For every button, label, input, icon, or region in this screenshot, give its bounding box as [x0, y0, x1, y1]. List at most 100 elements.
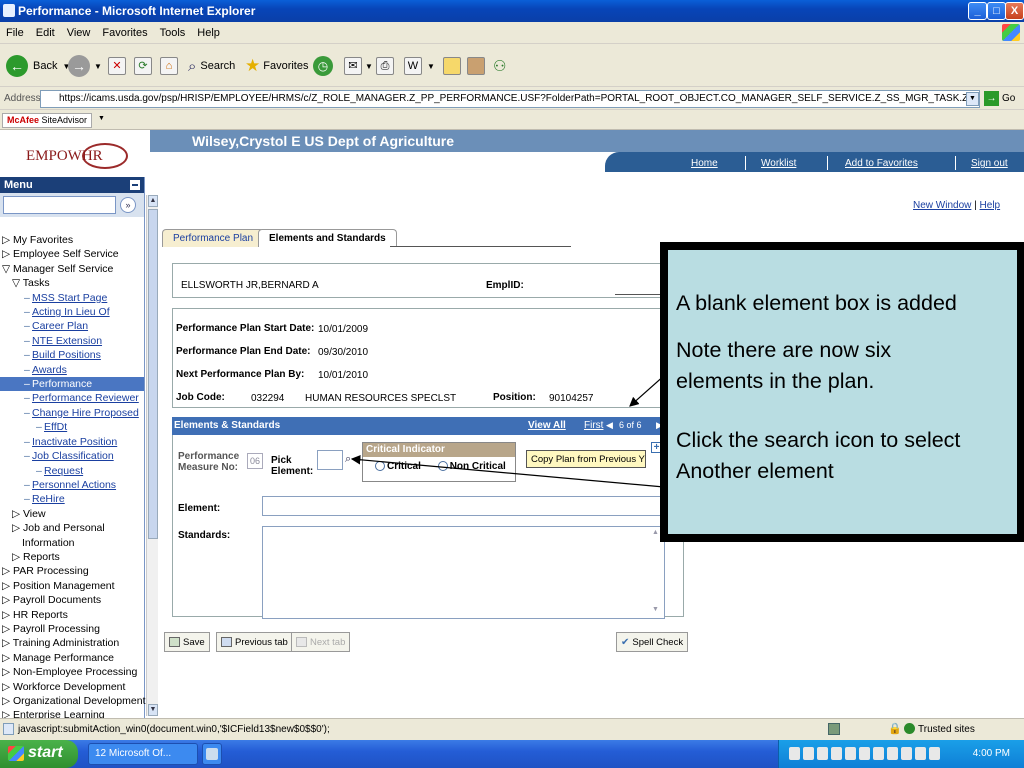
save-button[interactable]: Save [164, 632, 210, 652]
menu-link-item[interactable]: – Performance [0, 377, 144, 392]
menu-folder-item[interactable]: ▷ Training Administration [0, 636, 144, 650]
stop-button[interactable]: ✕ [108, 54, 126, 78]
menu-folder-item[interactable]: ▷ Payroll Documents [0, 593, 144, 607]
messenger-button[interactable]: ⚇ [493, 54, 506, 78]
tray-mcafee-icon[interactable] [887, 747, 898, 760]
menu-search-go-icon[interactable]: » [120, 197, 136, 213]
menu-view[interactable]: View [61, 22, 97, 39]
scroll-thumb[interactable] [148, 209, 158, 539]
standards-textarea[interactable] [262, 526, 665, 619]
dropdown-arrow-icon[interactable]: ▼ [94, 62, 102, 71]
menu-folder-item[interactable]: ▽ Tasks [0, 276, 144, 290]
previous-tab-button[interactable]: Previous tab [216, 632, 293, 652]
menu-folder-item[interactable]: ▷ Workforce Development [0, 680, 144, 694]
nav-sign-out[interactable]: Sign out [971, 158, 1008, 169]
tray-app-icon[interactable] [803, 747, 814, 760]
tray-update-icon[interactable] [901, 747, 912, 760]
menu-link-item[interactable]: – Build Positions [0, 348, 144, 362]
menu-link-item[interactable]: – MSS Start Page [0, 291, 144, 305]
prev-page-icon[interactable]: ◀ [606, 420, 613, 431]
menu-folder-item[interactable]: ▷ Job and Personal [0, 521, 144, 535]
menu-link-item[interactable]: – Inactivate Position [0, 435, 144, 449]
print-button[interactable]: ⎙ [376, 54, 394, 78]
collapse-icon[interactable] [130, 180, 140, 190]
tray-display-icon[interactable] [929, 747, 940, 760]
go-button[interactable]: → Go [984, 91, 1015, 106]
mail-button[interactable]: ✉ ▼ [344, 54, 373, 78]
pick-element-input[interactable] [317, 450, 343, 470]
search-button[interactable]: ⌕ Search [188, 54, 235, 78]
menu-link-item[interactable]: – Job Classification [0, 449, 144, 463]
menu-link-item[interactable]: – EffDt [0, 420, 144, 434]
window-title-bar[interactable]: Performance - Microsoft Internet Explore… [0, 0, 1024, 22]
new-window-link[interactable]: New Window [913, 200, 971, 211]
favorites-button[interactable]: ★ Favorites [245, 54, 309, 78]
menu-file[interactable]: File [0, 22, 30, 39]
home-button[interactable]: ⌂ [160, 54, 178, 78]
nav-home[interactable]: Home [691, 158, 718, 169]
menu-link-item[interactable]: – Change Hire Proposed [0, 406, 144, 420]
next-tab-button[interactable]: Next tab [291, 632, 351, 652]
forward-button[interactable]: → ▼ [68, 54, 102, 78]
tab-elements-and-standards[interactable]: Elements and Standards [258, 229, 397, 247]
close-button[interactable]: X [1005, 2, 1024, 20]
dropdown-arrow-icon[interactable]: ▼ [365, 62, 373, 71]
menu-folder-item[interactable]: ▷ Enterprise Learning [0, 708, 144, 718]
nav-worklist[interactable]: Worklist [761, 158, 796, 169]
scroll-up-icon[interactable]: ▲ [148, 195, 158, 207]
folder-button[interactable] [443, 54, 461, 78]
menu-folder-item[interactable]: ▷ PAR Processing [0, 564, 144, 578]
back-button[interactable]: ← Back ▼ [6, 54, 70, 78]
address-dropdown-icon[interactable]: ▼ [966, 92, 979, 106]
menu-link-item[interactable]: – NTE Extension [0, 334, 144, 348]
menu-search-input[interactable] [3, 196, 116, 214]
mcafee-siteadvisor-button[interactable]: McAfee SiteAdvisor [2, 113, 93, 128]
menu-link-item[interactable]: – Performance Reviewer [0, 391, 144, 405]
search-icon[interactable]: ⌕ [345, 453, 351, 466]
tray-security-icon[interactable] [817, 747, 828, 760]
menu-link-item[interactable]: – Awards [0, 363, 144, 377]
help-link[interactable]: Help [980, 200, 1001, 211]
textarea-scroll-down-icon[interactable]: ▼ [652, 606, 659, 613]
menu-link-item[interactable]: – Personnel Actions [0, 478, 144, 492]
menu-folder-item[interactable]: ▽ Manager Self Service [0, 262, 144, 276]
menu-folder-item[interactable]: Information [0, 536, 144, 550]
menu-link-item[interactable]: – Request [0, 464, 144, 478]
menu-folder-item[interactable]: ▷ Reports [0, 550, 144, 564]
address-input[interactable]: https://icams.usda.gov/psp/HRISP/EMPLOYE… [40, 90, 980, 108]
minimize-button[interactable]: _ [968, 2, 987, 20]
menu-folder-item[interactable]: ▷ Manage Performance [0, 651, 144, 665]
menu-folder-item[interactable]: ▷ Organizational Development [0, 694, 145, 708]
tray-network-icon[interactable] [831, 747, 842, 760]
element-input[interactable] [262, 496, 667, 516]
menu-favorites[interactable]: Favorites [96, 22, 153, 39]
taskbar-task-office[interactable]: 12 Microsoft Of... [88, 743, 198, 765]
view-all-link[interactable]: View All [528, 420, 566, 431]
tray-printer-icon[interactable] [859, 747, 870, 760]
menu-folder-item[interactable]: ▷ Position Management [0, 579, 144, 593]
non-critical-radio[interactable] [437, 461, 448, 472]
maximize-button[interactable]: □ [987, 2, 1006, 20]
research-button[interactable] [467, 54, 485, 78]
start-button[interactable]: start [0, 740, 78, 768]
dropdown-arrow-icon[interactable]: ▼ [98, 115, 105, 122]
edit-button[interactable]: W ▼ [404, 54, 435, 78]
menu-link-item[interactable]: – Career Plan [0, 319, 144, 333]
menu-folder-item[interactable]: ▷ Employee Self Service [0, 247, 144, 261]
tray-mail-icon[interactable] [789, 747, 800, 760]
critical-radio[interactable] [375, 461, 385, 472]
refresh-button[interactable]: ⟳ [134, 54, 152, 78]
nav-add-to-favorites[interactable]: Add to Favorites [845, 158, 918, 169]
tray-shield-icon[interactable] [915, 747, 926, 760]
menu-edit[interactable]: Edit [30, 22, 61, 39]
tray-sync-icon[interactable] [873, 747, 884, 760]
tab-performance-plan[interactable]: Performance Plan [162, 229, 265, 247]
menu-help[interactable]: Help [191, 22, 226, 39]
menu-folder-item[interactable]: ▷ HR Reports [0, 608, 144, 622]
menu-link-item[interactable]: – ReHire [0, 492, 144, 506]
menu-link-item[interactable]: – Acting In Lieu Of [0, 305, 144, 319]
menu-folder-item[interactable]: ▷ View [0, 507, 144, 521]
textarea-scroll-up-icon[interactable]: ▲ [652, 529, 659, 536]
history-button[interactable]: ◷ [313, 54, 333, 78]
tray-volume-icon[interactable] [845, 747, 856, 760]
